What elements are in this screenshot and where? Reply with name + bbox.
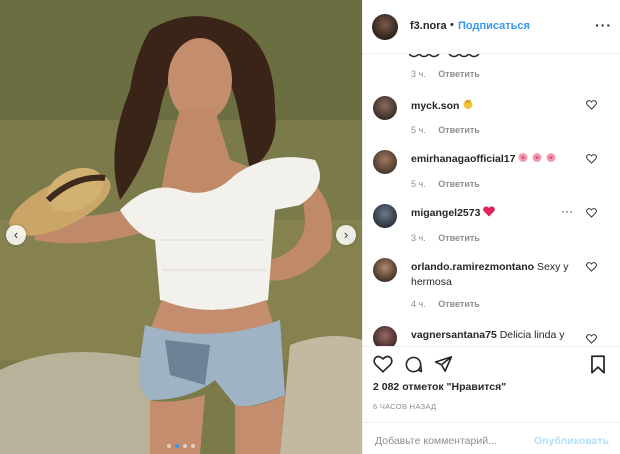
reply-button[interactable]: Ответить: [438, 233, 480, 243]
like-comment-icon[interactable]: [586, 262, 597, 272]
publish-button[interactable]: Опубликовать: [534, 435, 609, 447]
like-comment-icon[interactable]: [586, 154, 597, 164]
follow-button[interactable]: Подписаться: [458, 20, 530, 32]
comment-item: myck.son 5 ч. Ответить: [363, 96, 620, 150]
comment-body: Delicia linda y: [499, 329, 565, 341]
reply-button[interactable]: Ответить: [438, 125, 480, 135]
comment-text: vagnersantana75 Delicia linda y: [411, 328, 576, 343]
commenter-username[interactable]: orlando.ramirezmontano: [411, 261, 534, 273]
cut-off-comment-text: [409, 54, 480, 58]
header-separator: •: [450, 19, 454, 31]
comment-time: 4 ч.: [411, 299, 426, 309]
flowers-icon: [518, 153, 556, 162]
commenter-avatar[interactable]: [373, 96, 397, 120]
red-heart-icon: [483, 206, 496, 217]
commenter-username[interactable]: emirhanagaofficial17: [411, 153, 515, 165]
comment-icon[interactable]: [404, 355, 423, 374]
comment-item: vagnersantana75 Delicia linda y: [363, 326, 620, 346]
post-time-ago: 6 ЧАСОВ НАЗАД: [373, 402, 437, 411]
commenter-username[interactable]: migangel2573: [411, 207, 480, 219]
carousel-dot: [191, 444, 195, 448]
commenter-username[interactable]: vagnersantana75: [411, 329, 497, 341]
comment-meta: 4 ч. Ответить: [411, 299, 490, 309]
comment-text: orlando.ramirezmontano Sexy y hermosa: [411, 260, 571, 290]
comment-meta: 3 ч. Ответить: [411, 69, 490, 79]
reply-button[interactable]: Ответить: [438, 299, 480, 309]
carousel-dots: [0, 444, 362, 448]
reply-button[interactable]: Ответить: [438, 179, 480, 189]
carousel-dot-active: [175, 444, 179, 448]
author-avatar[interactable]: [372, 14, 398, 40]
commenter-avatar[interactable]: [373, 150, 397, 174]
more-options-button[interactable]: ···: [595, 17, 612, 33]
comment-more-button[interactable]: ···: [561, 204, 573, 218]
comment-time: 5 ч.: [411, 125, 426, 135]
comment-text: myck.son: [411, 98, 571, 114]
add-comment-bar: Добавьте комментарий... Опубликовать: [363, 422, 620, 454]
carousel-prev-button[interactable]: ‹: [6, 225, 26, 245]
comment-time: 3 ч.: [411, 233, 426, 243]
like-heart-icon[interactable]: [373, 355, 393, 373]
post-side-panel: f3.nora • Подписаться ··· 3 ч. Ответить …: [362, 0, 620, 454]
share-icon[interactable]: [434, 355, 453, 373]
carousel-dot: [167, 444, 171, 448]
comment-time: 3 ч.: [411, 69, 426, 79]
comment-meta: 3 ч. Ответить: [411, 233, 490, 243]
comment-input[interactable]: Добавьте комментарий...: [375, 435, 497, 447]
commenter-username[interactable]: myck.son: [411, 100, 459, 112]
post-header: f3.nora • Подписаться ···: [363, 0, 620, 54]
post-actions: [363, 346, 620, 374]
comment-item: migangel2573 ··· 3 ч. Ответить: [363, 204, 620, 258]
commenter-avatar[interactable]: [373, 258, 397, 282]
like-comment-icon[interactable]: [586, 334, 597, 344]
reply-button[interactable]: Ответить: [438, 69, 480, 79]
bookmark-icon[interactable]: [590, 355, 606, 374]
like-comment-icon[interactable]: [586, 208, 597, 218]
comment-text: emirhanagaofficial17: [411, 152, 581, 167]
comment-meta: 5 ч. Ответить: [411, 179, 490, 189]
clap-icon: [463, 99, 473, 109]
carousel-next-button[interactable]: ›: [336, 225, 356, 245]
likes-count[interactable]: 2 082 отметок "Нравится": [373, 381, 506, 393]
comment-text: migangel2573: [411, 206, 571, 221]
comment-item: emirhanagaofficial17 5 ч. Ответить: [363, 150, 620, 204]
comment-item: orlando.ramirezmontano Sexy y hermosa 4 …: [363, 258, 620, 324]
commenter-avatar[interactable]: [373, 204, 397, 228]
post-photo[interactable]: ‹ ›: [0, 0, 362, 454]
like-comment-icon[interactable]: [586, 100, 597, 110]
photo-illustration: [0, 0, 362, 454]
carousel-dot: [183, 444, 187, 448]
author-username[interactable]: f3.nora: [410, 20, 447, 32]
comment-meta: 5 ч. Ответить: [411, 125, 490, 135]
commenter-avatar[interactable]: [373, 326, 397, 346]
comment-time: 5 ч.: [411, 179, 426, 189]
comments-list[interactable]: 3 ч. Ответить myck.son 5 ч. Ответить emi…: [363, 54, 620, 346]
